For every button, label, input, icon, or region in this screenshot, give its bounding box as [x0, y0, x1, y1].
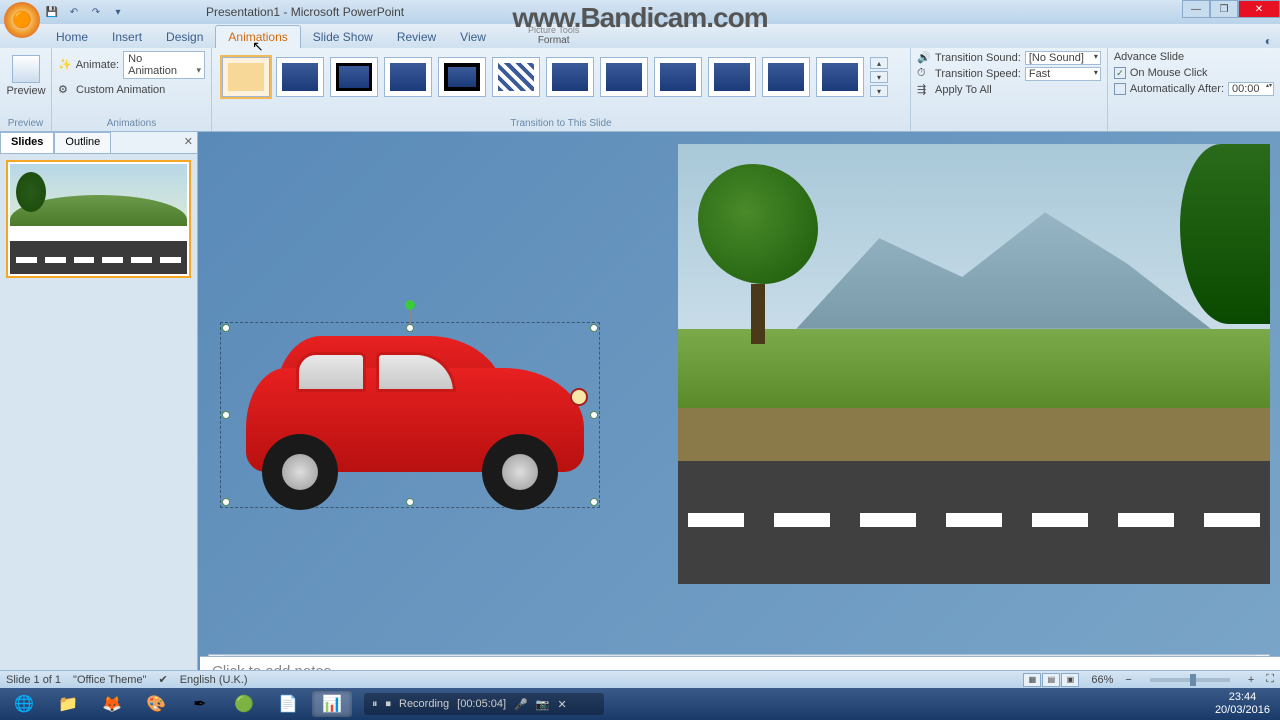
transition-thumb[interactable] — [600, 57, 648, 97]
tab-view[interactable]: View — [448, 26, 498, 48]
normal-view-button[interactable]: ▦ — [1023, 673, 1041, 687]
minimize-button[interactable]: — — [1182, 0, 1210, 18]
transition-thumb[interactable] — [384, 57, 432, 97]
outline-tab[interactable]: Outline — [54, 132, 111, 153]
slide-editor[interactable]: ◂ ▸ — [198, 132, 1280, 672]
app-icon[interactable]: ✒ — [180, 691, 220, 717]
recorder-widget[interactable]: ⏸ ⏹ Recording [00:05:04] 🎤 📷 ✕ — [364, 693, 604, 715]
custom-animation-button[interactable]: ⚙ Custom Animation — [58, 83, 205, 97]
car-image-selected[interactable] — [226, 328, 594, 502]
zoom-level: 66% — [1091, 674, 1113, 686]
save-icon[interactable]: 💾 — [44, 4, 60, 20]
gallery-more-icon[interactable]: ▾ — [870, 85, 888, 97]
slide-thumbnail[interactable]: 1 — [6, 160, 191, 278]
speed-icon: ⏱ — [917, 67, 931, 81]
sorter-view-button[interactable]: ▤ — [1042, 673, 1060, 687]
auto-after-checkbox[interactable] — [1114, 83, 1126, 95]
apply-to-all-button[interactable]: ⇶ Apply To All — [917, 83, 1101, 97]
zoom-slider[interactable] — [1150, 678, 1230, 682]
background-image[interactable] — [678, 144, 1270, 584]
preview-icon — [12, 55, 40, 83]
tab-insert[interactable]: Insert — [100, 26, 154, 48]
firefox-icon[interactable]: 🦊 — [92, 691, 132, 717]
slideshow-view-button[interactable]: ▣ — [1061, 673, 1079, 687]
slides-tab[interactable]: Slides — [0, 132, 54, 153]
tab-slideshow[interactable]: Slide Show — [301, 26, 385, 48]
maximize-button[interactable]: ❐ — [1210, 0, 1238, 18]
rec-close-icon[interactable]: ✕ — [557, 698, 566, 711]
apply-all-icon: ⇶ — [917, 83, 931, 97]
tab-review[interactable]: Review — [385, 26, 448, 48]
theme-indicator: "Office Theme" — [73, 674, 146, 686]
preview-button[interactable]: Preview — [6, 51, 46, 97]
transition-sound-dropdown[interactable]: [No Sound] — [1025, 51, 1101, 65]
rec-stop-icon[interactable]: ⏹ — [386, 698, 392, 711]
animate-icon: ✨ — [58, 58, 72, 72]
chrome-icon[interactable]: 🟢 — [224, 691, 264, 717]
transition-thumb[interactable] — [816, 57, 864, 97]
office-button[interactable]: 🟠 — [4, 2, 40, 38]
slide-indicator: Slide 1 of 1 — [6, 674, 61, 686]
transition-thumb[interactable] — [438, 57, 486, 97]
transition-thumb[interactable] — [654, 57, 702, 97]
rec-mic-icon[interactable]: 🎤 — [514, 698, 528, 711]
language-indicator[interactable]: English (U.K.) — [180, 674, 248, 686]
transition-thumb[interactable] — [330, 57, 378, 97]
tab-design[interactable]: Design — [154, 26, 215, 48]
on-click-checkbox[interactable] — [1114, 67, 1126, 79]
qat-more-icon[interactable]: ▾ — [110, 4, 126, 20]
redo-icon[interactable]: ↷ — [88, 4, 104, 20]
app-icon[interactable]: 📄 — [268, 691, 308, 717]
app-icon[interactable]: 🎨 — [136, 691, 176, 717]
transition-thumb[interactable] — [708, 57, 756, 97]
sound-icon: 🔊 — [917, 51, 931, 65]
rec-pause-icon[interactable]: ⏸ — [372, 698, 378, 711]
rotate-handle[interactable] — [405, 300, 415, 310]
tab-animations[interactable]: Animations — [215, 25, 300, 48]
rec-cam-icon[interactable]: 📷 — [536, 698, 550, 711]
undo-icon[interactable]: ↶ — [66, 4, 82, 20]
explorer-icon[interactable]: 📁 — [48, 691, 88, 717]
gallery-up-icon[interactable]: ▴ — [870, 57, 888, 69]
transition-thumb[interactable] — [546, 57, 594, 97]
close-button[interactable]: ✕ — [1238, 0, 1280, 18]
ie-icon[interactable]: 🌐 — [4, 691, 44, 717]
custom-anim-icon: ⚙ — [58, 83, 72, 97]
fit-button[interactable]: ⛶ — [1266, 673, 1274, 686]
help-icon[interactable]: ◐ — [1265, 34, 1272, 48]
powerpoint-icon[interactable]: 📊 — [312, 691, 352, 717]
transition-thumb[interactable] — [762, 57, 810, 97]
zoom-in-button[interactable]: + — [1248, 674, 1254, 686]
spellcheck-icon[interactable]: ✔ — [158, 673, 167, 686]
transition-thumb[interactable] — [276, 57, 324, 97]
transition-speed-dropdown[interactable]: Fast — [1025, 67, 1101, 81]
advance-header: Advance Slide — [1114, 51, 1274, 63]
auto-after-spinner[interactable]: 00:00 — [1228, 82, 1274, 96]
zoom-out-button[interactable]: − — [1125, 674, 1131, 686]
panel-close-icon[interactable]: ✕ — [184, 135, 193, 148]
tab-home[interactable]: Home — [44, 26, 100, 48]
tab-format[interactable]: Picture Tools Format — [518, 23, 589, 48]
animate-dropdown[interactable]: No Animation — [123, 51, 205, 79]
transition-gallery[interactable]: ▴ ▾ ▾ — [218, 51, 904, 103]
window-title: Presentation1 - Microsoft PowerPoint — [206, 5, 404, 19]
transition-thumb[interactable] — [492, 57, 540, 97]
gallery-down-icon[interactable]: ▾ — [870, 71, 888, 83]
transition-none[interactable] — [222, 57, 270, 97]
system-clock[interactable]: 23:44 20/03/2016 — [1215, 691, 1276, 717]
